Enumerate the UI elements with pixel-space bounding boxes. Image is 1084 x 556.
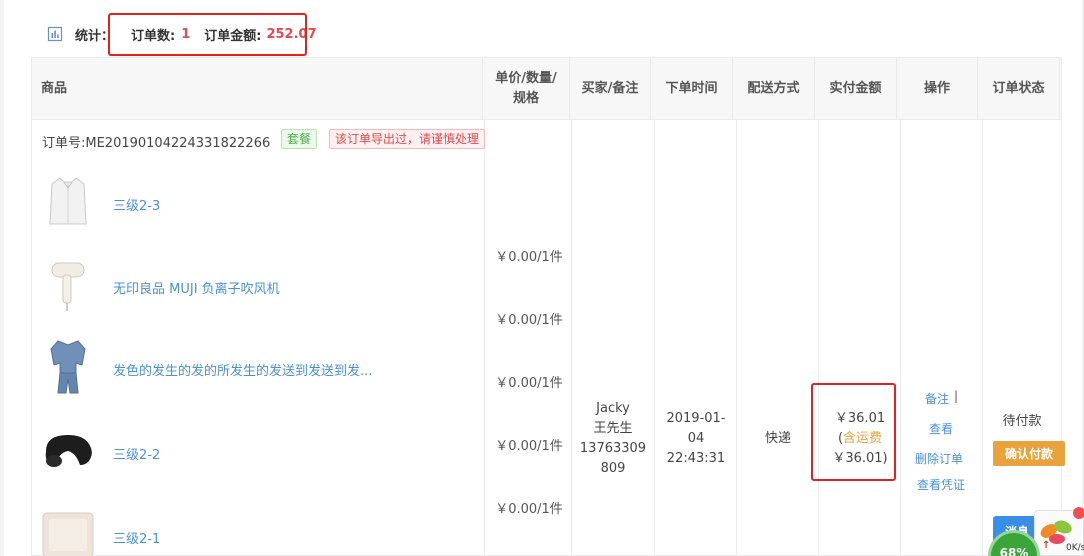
order-time-line2: 04 (687, 431, 705, 446)
notification-badge (1073, 507, 1084, 519)
delete-order-link[interactable]: 删除订单 (915, 450, 963, 467)
order-time-line3: 22:43:31 (666, 451, 726, 466)
product-link[interactable]: 三级2-2 (113, 444, 160, 463)
column-divider (982, 120, 983, 556)
remark-link[interactable]: 备注 (925, 390, 949, 407)
product-image-hairdryer[interactable] (40, 257, 96, 313)
column-divider (900, 120, 901, 556)
column-divider (818, 120, 819, 556)
product-link[interactable]: 三级2-3 (113, 195, 160, 214)
unit-price: ￥0.00/1件 (495, 313, 563, 328)
unit-price: ￥0.00/1件 (495, 502, 563, 517)
pillow-image (42, 512, 94, 556)
header-unit-price-line1: 单价/数量/ (495, 71, 557, 86)
column-divider (736, 120, 737, 556)
header-delivery: 配送方式 (733, 58, 815, 120)
pajamas-image (50, 340, 86, 394)
header-order-time: 下单时间 (651, 58, 733, 120)
column-divider (484, 120, 485, 556)
confirm-payment-button[interactable]: 确认付款 (993, 441, 1065, 466)
unit-price: ￥0.00/1件 (495, 250, 563, 265)
product-image-shirt[interactable] (40, 174, 96, 230)
product-image-neck-pillow[interactable] (40, 423, 96, 479)
header-paid: 实付金额 (815, 58, 897, 120)
package-tag: 套餐 (281, 129, 318, 149)
hairdryer-image (51, 262, 85, 311)
header-buyer: 买家/备注 (570, 58, 651, 120)
upload-arrow-icon: ↑ (1042, 540, 1051, 551)
buyer-phone: 13763309 (579, 441, 647, 456)
header-ops: 操作 (897, 58, 978, 120)
product-link[interactable]: 无印良品 MUJI 负离子吹风机 (113, 278, 280, 297)
buyer-receiver: 王先生 (593, 421, 633, 436)
table-header: 商品 单价/数量/ 规格 买家/备注 下单时间 配送方式 实付金额 操作 订单状… (32, 58, 1061, 120)
column-divider (571, 120, 572, 556)
view-voucher-link[interactable]: 查看凭证 (917, 476, 965, 493)
product-link[interactable]: 三级2-1 (113, 528, 160, 547)
order-time: 2019-01- 04 22:43:31 (655, 409, 737, 469)
unit-price: ￥0.00/1件 (495, 376, 563, 391)
net-speed: 0K/s (1066, 543, 1084, 553)
export-warning-tag: 该订单导出过，请谨慎处理 (329, 129, 486, 149)
view-link[interactable]: 查看 (929, 420, 953, 437)
header-status: 订单状态 (978, 58, 1060, 120)
bar-chart-icon (47, 26, 63, 42)
header-goods: 商品 (32, 58, 483, 120)
stats-highlight-box (108, 13, 307, 56)
product-image-pajamas[interactable] (40, 339, 96, 395)
order-number: 订单号:ME20190104224331822266 (42, 136, 271, 151)
orders-table: 商品 单价/数量/ 规格 买家/备注 下单时间 配送方式 实付金额 操作 订单状… (31, 57, 1065, 556)
header-unit-price-line2: 规格 (512, 91, 539, 106)
column-divider (654, 120, 655, 556)
order-status: 待付款 (1002, 414, 1042, 429)
shirt-image (49, 177, 87, 225)
left-border (0, 0, 4, 556)
buyer-phone-cont: 809 (600, 461, 626, 476)
buyer-name: Jacky (596, 401, 630, 416)
buyer-info: Jacky 王先生 13763309 809 (572, 399, 654, 479)
product-link[interactable]: 发色的发生的发的所发生的发送到发送到发... (113, 360, 372, 379)
delivery-method: 快递 (764, 431, 791, 446)
paid-highlight-box (811, 383, 896, 481)
unit-price: ￥0.00/1件 (495, 439, 563, 454)
product-image-pillow[interactable] (40, 507, 96, 556)
op-divider: | (954, 389, 959, 403)
header-unit-price: 单价/数量/ 规格 (483, 58, 570, 120)
neck-pillow-image (45, 435, 92, 467)
order-time-line1: 2019-01- (666, 411, 726, 426)
